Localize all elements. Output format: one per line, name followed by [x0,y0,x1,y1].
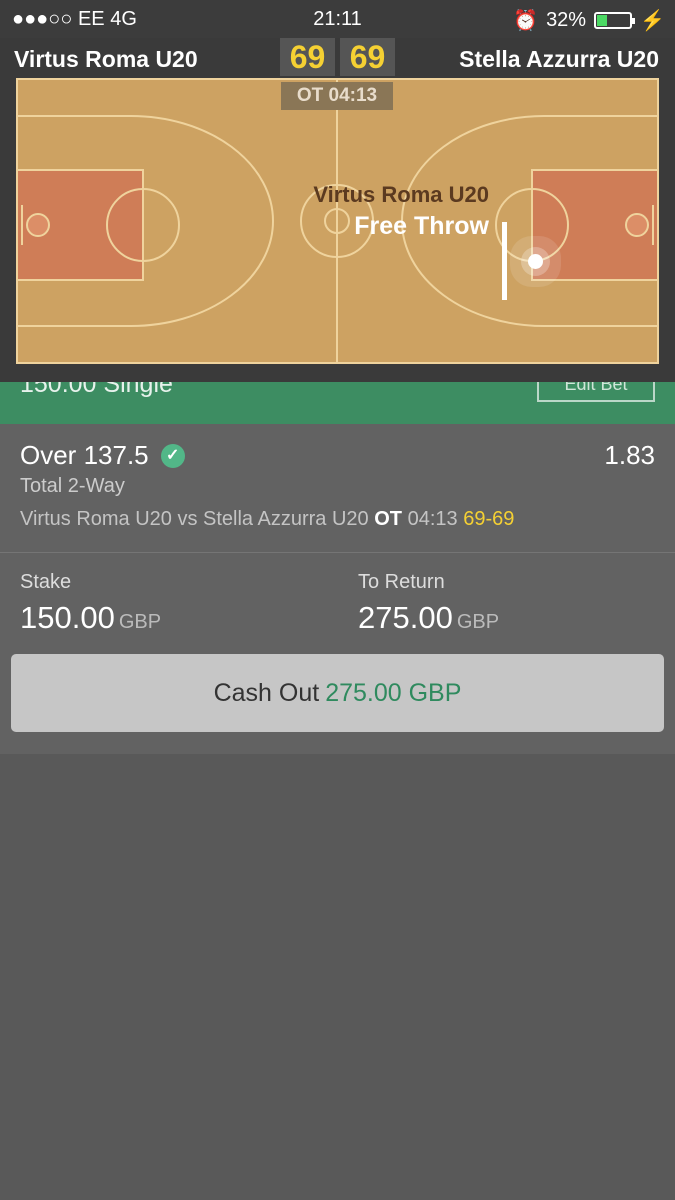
match-score: 69-69 [463,508,515,530]
return-label: To Return [358,571,445,593]
match-line: Virtus Roma U20 vs Stella Azzurra U20 OT… [20,508,514,531]
cash-out-value: 275.00 GBP [325,679,462,707]
status-right: ⏰ 32% ⚡ [513,8,665,33]
home-basket [26,213,50,237]
event-team: Virtus Roma U20 [313,182,489,207]
alarm-icon: ⏰ [513,10,539,32]
home-score: 69 [280,38,335,76]
bet-card: Over 137.5 ✓ 1.83 Total 2-Way Virtus Rom… [0,424,675,754]
live-scoreboard[interactable]: Virtus Roma U20 69 69 Stella Azzurra U20 [0,38,675,382]
event-overlay: Virtus Roma U20 Free Throw [313,182,489,241]
selection-label: Over 137.5 [20,440,149,470]
cash-out-label: Cash Out [213,679,320,707]
charging-icon: ⚡ [640,10,665,32]
bet-summary: 150.00 Single [20,382,173,398]
battery-level [597,15,608,26]
event-type: Free Throw [354,212,489,240]
match-period: OT [374,508,403,530]
match-clock: 04:13 [407,508,458,530]
return-currency: GBP [456,611,500,633]
ball-position-icon [528,254,543,269]
check-icon: ✓ [160,443,185,468]
cash-out-button[interactable]: Cash Out 275.00 GBP [11,654,664,732]
status-bar: ●●●○○ EE 4G 21:11 ⏰ 32% ⚡ [0,0,675,38]
return-value: 275.00 [358,600,453,635]
stake-value: 150.00 [20,600,115,635]
home-team-name: Virtus Roma U20 [14,46,198,72]
game-clock: OT 04:13 [281,82,393,110]
edit-bet-button[interactable]: Edit Bet [537,382,655,402]
away-score: 69 [340,38,395,76]
stake-label: Stake [20,571,72,593]
return-amount: 275.00 GBP [358,600,499,636]
bet-odds: 1.83 [604,440,655,470]
divider [0,552,675,553]
battery-percent: 32% [546,9,587,31]
court-visualization: Virtus Roma U20 Free Throw [16,78,659,364]
match-teams: Virtus Roma U20 vs Stella Azzurra U20 [20,508,369,530]
bet-header: 150.00 Single Edit Bet [0,382,675,424]
market-name: Total 2-Way [20,475,125,497]
away-team-name: Stella Azzurra U20 [459,46,659,72]
event-marker [502,222,507,300]
bet-selection: Over 137.5 ✓ [20,440,185,471]
stake-amount: 150.00 GBP [20,600,161,636]
battery-icon [594,12,636,29]
away-basket [625,213,649,237]
stake-currency: GBP [118,611,162,633]
